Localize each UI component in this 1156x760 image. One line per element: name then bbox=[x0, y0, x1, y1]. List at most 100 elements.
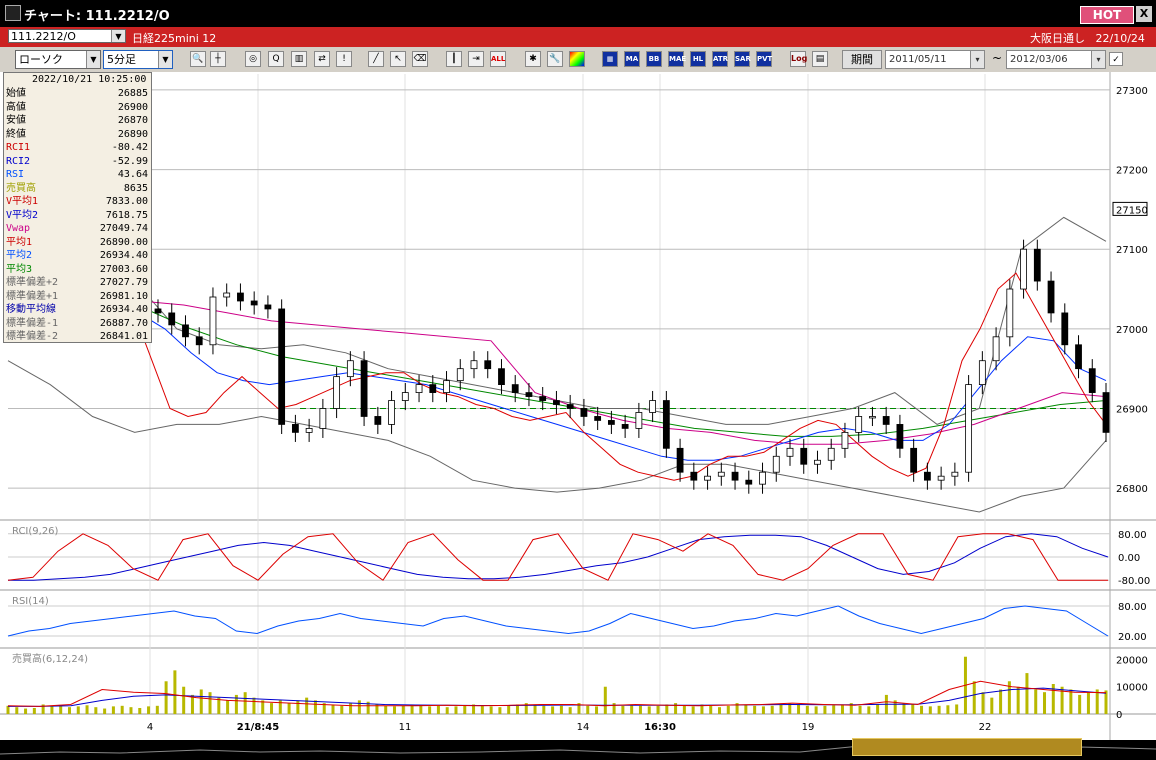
period-button[interactable]: 期間 bbox=[842, 50, 882, 69]
data-panel-timestamp: 2022/10/21 10:25:00 bbox=[32, 74, 147, 85]
split-view-icon[interactable]: ▤ bbox=[812, 51, 828, 67]
all-label: ALL bbox=[491, 55, 506, 63]
sar-button[interactable]: SAR bbox=[734, 51, 751, 67]
candle-body bbox=[209, 296, 217, 346]
candle-body bbox=[1033, 248, 1041, 282]
indicator-grid-icon[interactable]: ▦ bbox=[602, 51, 618, 67]
chevron-down-icon[interactable]: ▼ bbox=[86, 51, 100, 68]
candle-body bbox=[168, 312, 176, 326]
chart-area[interactable]: 27300 27200 27150 27100 27000 26900 26800 RCI(9… bbox=[0, 72, 1156, 740]
chevron-down-icon[interactable]: ▼ bbox=[111, 30, 125, 42]
volume-bar bbox=[147, 706, 151, 714]
all-button[interactable]: ALL bbox=[490, 51, 506, 67]
data-panel-value: 27027.79 bbox=[99, 277, 148, 288]
volume-bar bbox=[911, 704, 915, 714]
data-panel-value: 26841.01 bbox=[99, 331, 148, 342]
volume-bar bbox=[1034, 689, 1038, 714]
draw-line-icon[interactable]: ╱ bbox=[368, 51, 384, 67]
settings-icon[interactable]: ✱ bbox=[525, 51, 541, 67]
candle-body bbox=[1061, 312, 1069, 346]
period-select[interactable]: 5分足 ▼ bbox=[103, 50, 173, 69]
alert-icon[interactable]: ! bbox=[336, 51, 352, 67]
search-indicator-icon[interactable]: Q bbox=[268, 51, 284, 67]
candle-body bbox=[346, 360, 354, 378]
data-panel-label: V平均2 bbox=[6, 209, 39, 221]
zoom-icon[interactable]: 🔍 bbox=[190, 51, 206, 67]
candle-body bbox=[470, 360, 478, 370]
hot-button[interactable]: HOT bbox=[1080, 6, 1134, 24]
ma-label: MA bbox=[625, 55, 639, 63]
apply-checkbox[interactable]: ✓ bbox=[1109, 52, 1123, 66]
scrollbar-thumb[interactable] bbox=[852, 738, 1082, 756]
pointer-icon[interactable]: ↖ bbox=[390, 51, 406, 67]
volume-bar bbox=[920, 705, 924, 714]
eraser-icon[interactable]: ⌫ bbox=[412, 51, 428, 67]
data-panel-value: 8635 bbox=[123, 182, 148, 194]
volume-bar bbox=[972, 681, 976, 714]
price-tick-label: 26800 bbox=[1116, 484, 1148, 495]
price-tick-label: 27100 bbox=[1116, 245, 1148, 256]
volume-tick-label: 20000 bbox=[1116, 655, 1148, 666]
step-icon[interactable]: ⇥ bbox=[468, 51, 484, 67]
data-panel-label: 売買高 bbox=[6, 182, 36, 194]
date-to-field[interactable]: 2012/03/06 ▾ bbox=[1006, 50, 1106, 69]
volume-bar bbox=[480, 705, 484, 714]
volume-bar bbox=[463, 705, 467, 714]
candle-body bbox=[237, 292, 244, 302]
candle-body bbox=[525, 392, 533, 397]
color-icon[interactable] bbox=[569, 51, 585, 67]
data-panel-row: 売買高 8635 bbox=[6, 182, 149, 195]
volume-bar bbox=[357, 700, 361, 714]
indicator-icon[interactable]: ◎ bbox=[245, 51, 261, 67]
pvt-button[interactable]: PVT bbox=[756, 51, 772, 67]
volume-bar bbox=[568, 707, 572, 714]
chevron-down-icon[interactable]: ▼ bbox=[158, 51, 172, 68]
candle-body bbox=[649, 400, 657, 413]
volume-bar bbox=[533, 704, 537, 714]
volume-bar bbox=[753, 705, 757, 714]
candle-icon[interactable]: ┃ bbox=[446, 51, 462, 67]
bb-label: BB bbox=[648, 55, 660, 63]
candle-body bbox=[1102, 392, 1110, 433]
candle-body bbox=[814, 459, 821, 465]
data-panel-label: 標準偏差-1 bbox=[6, 317, 59, 329]
volume-bar bbox=[928, 706, 932, 714]
volume-ma2-line bbox=[8, 687, 1107, 707]
data-panel-value: -52.99 bbox=[111, 155, 148, 167]
candle-body bbox=[498, 368, 505, 386]
calendar-icon[interactable]: ▾ bbox=[970, 51, 984, 68]
close-button[interactable]: X bbox=[1136, 6, 1152, 22]
volume-bar bbox=[226, 700, 230, 714]
log-button[interactable]: Log bbox=[790, 51, 807, 67]
symbol-select[interactable]: 111.2212/O ▼ bbox=[8, 29, 126, 43]
wrench-icon[interactable]: 🔧 bbox=[547, 51, 563, 67]
sar-label: SAR bbox=[735, 55, 751, 63]
volume-bar bbox=[1016, 686, 1020, 714]
candle-body bbox=[1047, 280, 1055, 314]
hl-button[interactable]: HL bbox=[690, 51, 706, 67]
compare-icon[interactable]: ⇄ bbox=[314, 51, 330, 67]
ma-button[interactable]: MA bbox=[624, 51, 640, 67]
mae-button[interactable]: MAE bbox=[668, 51, 686, 67]
volume-bar bbox=[67, 707, 71, 714]
chart-icon[interactable]: ▥ bbox=[291, 51, 307, 67]
chart-type-select[interactable]: ローソク ▼ bbox=[15, 50, 101, 69]
data-panel-value: 27049.74 bbox=[99, 223, 148, 234]
atr-button[interactable]: ATR bbox=[712, 51, 728, 67]
volume-bar bbox=[164, 681, 168, 714]
data-panel-value: 7833.00 bbox=[105, 196, 148, 207]
candle-body bbox=[278, 308, 286, 425]
bb-button[interactable]: BB bbox=[646, 51, 662, 67]
volume-bar bbox=[718, 707, 722, 714]
date-from-field[interactable]: 2011/05/11 ▾ bbox=[885, 50, 985, 69]
crosshair-icon[interactable]: ┼ bbox=[210, 51, 226, 67]
data-panel-row: 平均2 26934.40 bbox=[6, 249, 149, 262]
chart-canvas[interactable]: 27300 27200 27150 27100 27000 26900 26800 RCI(9… bbox=[0, 72, 1156, 740]
candle-body bbox=[566, 404, 574, 409]
volume-bar bbox=[814, 706, 818, 714]
data-panel: 2022/10/21 10:25:00 始値 26885 高値 26900 安値 2687… bbox=[3, 72, 152, 343]
data-panel-value: 26900 bbox=[117, 101, 148, 113]
candle-body bbox=[965, 384, 973, 473]
calendar-icon[interactable]: ▾ bbox=[1091, 51, 1105, 68]
candle-body bbox=[690, 471, 698, 481]
